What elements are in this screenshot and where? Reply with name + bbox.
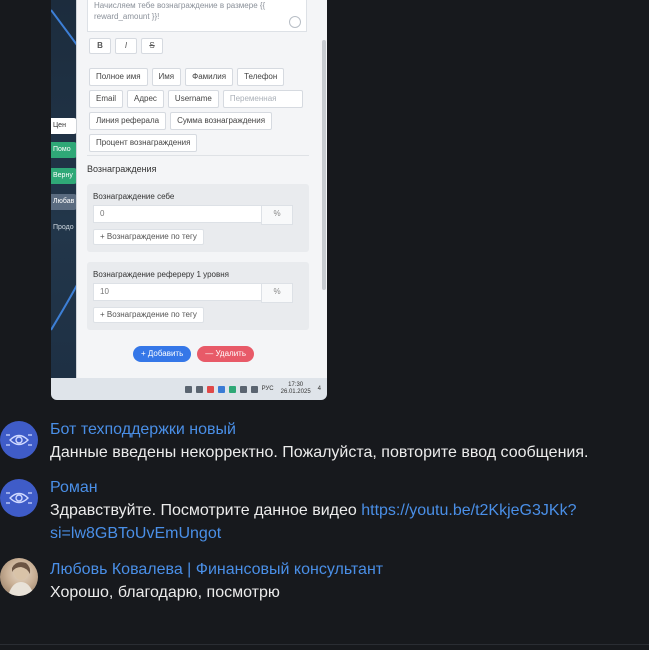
chip-username: Username bbox=[167, 90, 219, 108]
user-avatar[interactable] bbox=[0, 558, 38, 596]
chip-first-name: Имя bbox=[151, 68, 182, 86]
reward-self-title: Вознаграждение себе bbox=[93, 192, 175, 201]
side-tabs: Цен Помо Верну Любав Продо bbox=[51, 118, 77, 246]
message-text: Данные введены некорректно. Пожалуйста, … bbox=[50, 444, 589, 461]
tray-icon bbox=[217, 385, 225, 393]
add-button: + Добавить bbox=[133, 346, 192, 362]
reward-referrer-tag-button: + Вознаграждение по тегу bbox=[93, 307, 204, 323]
side-tab: Цен bbox=[51, 118, 77, 134]
bot-avatar[interactable] bbox=[0, 421, 38, 459]
reward-self-tag-button: + Вознаграждение по тегу bbox=[93, 229, 204, 245]
message-text-body: Здравствуйте. Посмотрите данное видео bbox=[50, 502, 362, 519]
emoji-icon bbox=[289, 16, 301, 28]
notification-count: 4 bbox=[317, 386, 321, 392]
chip-full-name: Полное имя bbox=[89, 68, 148, 86]
attached-screenshot[interactable]: Цен Помо Верну Любав Продо Начисляем теб… bbox=[51, 0, 327, 400]
message-text: Здравствуйте. Посмотрите данное видео ht… bbox=[50, 499, 610, 545]
format-toolbar: B I S bbox=[89, 38, 163, 54]
action-row: + Добавить — Удалить bbox=[133, 346, 255, 362]
wifi-icon bbox=[239, 385, 247, 393]
side-tab: Продо bbox=[53, 224, 74, 231]
variable-chips: Полное имя Имя Фамилия Телефон Email Адр… bbox=[89, 68, 314, 152]
rewards-title: Вознаграждения bbox=[87, 164, 157, 174]
message-author[interactable]: Любовь Ковалева | Финансовый консультант bbox=[50, 561, 383, 579]
screenshot-background-area: Цен Помо Верну Любав Продо bbox=[51, 0, 77, 378]
volume-icon bbox=[250, 385, 258, 393]
chip-phone: Телефон bbox=[237, 68, 285, 86]
reward-self-value: 0 bbox=[100, 209, 105, 218]
chip-reward-percent: Процент вознаграждения bbox=[89, 134, 198, 152]
chip-reward-amount: Сумма вознаграждения bbox=[170, 112, 273, 130]
reward-referrer-title: Вознаграждение рефереру 1 уровня bbox=[93, 270, 229, 279]
side-tab: Верну bbox=[51, 168, 77, 184]
user-photo-icon bbox=[8, 562, 34, 596]
chip-email: Email bbox=[89, 90, 124, 108]
clock: 17:30 26.01.2025 bbox=[281, 382, 311, 396]
scrollbar bbox=[322, 40, 326, 290]
message-text: Хорошо, благодарю, посмотрю bbox=[50, 584, 280, 601]
textarea-text: Начисляем тебе вознаграждение в размере … bbox=[94, 1, 266, 21]
chip-address: Адрес bbox=[127, 90, 164, 108]
tray-icon bbox=[228, 385, 236, 393]
reward-referrer-input: 10 % bbox=[93, 283, 293, 303]
percent-label: % bbox=[261, 205, 293, 225]
divider bbox=[0, 644, 649, 645]
divider bbox=[87, 155, 309, 156]
clock-time: 17:30 bbox=[288, 382, 304, 388]
strike-button: S bbox=[141, 38, 163, 54]
windows-taskbar: РУС 17:30 26.01.2025 4 bbox=[51, 378, 327, 400]
message-author[interactable]: Бот техподдержки новый bbox=[50, 421, 236, 439]
side-tab: Любав bbox=[51, 194, 77, 210]
chip-variable-input: Переменная bbox=[222, 90, 303, 108]
bot-avatar[interactable] bbox=[0, 479, 38, 517]
reward-self-input: 0 % bbox=[93, 205, 293, 225]
message-author[interactable]: Роман bbox=[50, 479, 98, 497]
reward-referrer-box: Вознаграждение рефереру 1 уровня 10 % + … bbox=[87, 262, 309, 330]
clock-date: 26.01.2025 bbox=[280, 389, 311, 395]
tray-icon bbox=[206, 385, 214, 393]
chip-referral-line: Линия реферала bbox=[89, 112, 167, 130]
chip-last-name: Фамилия bbox=[185, 68, 234, 86]
reward-self-box: Вознаграждение себе 0 % + Вознаграждение… bbox=[87, 184, 309, 252]
bot-icon bbox=[6, 492, 32, 504]
percent-label: % bbox=[261, 283, 293, 303]
language-indicator: РУС bbox=[261, 386, 274, 392]
message-textarea: Начисляем тебе вознаграждение в размере … bbox=[87, 0, 307, 32]
italic-button: I bbox=[115, 38, 137, 54]
settings-panel: Начисляем тебе вознаграждение в размере … bbox=[76, 0, 327, 378]
bold-button: B bbox=[89, 38, 111, 54]
side-tab: Помо bbox=[51, 142, 77, 158]
delete-button: — Удалить bbox=[197, 346, 255, 362]
tray-icon bbox=[195, 385, 203, 393]
bot-icon bbox=[6, 434, 32, 446]
reward-referrer-value: 10 bbox=[100, 287, 109, 296]
tray-icon bbox=[184, 385, 192, 393]
